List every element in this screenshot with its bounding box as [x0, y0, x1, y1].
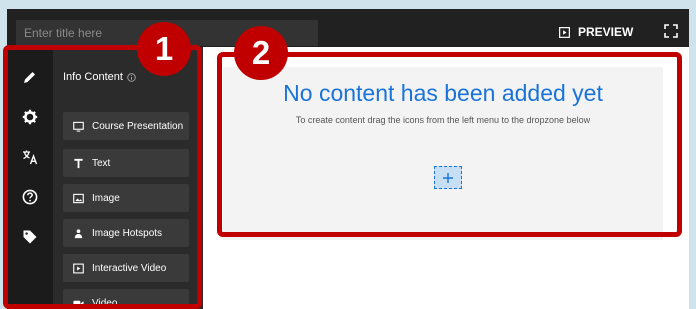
content-type-label: Video: [92, 297, 118, 309]
content-type-image[interactable]: Image: [63, 184, 189, 212]
text-icon: [74, 158, 83, 168]
sidebar-rail: [7, 47, 53, 309]
empty-state-title: No content has been added yet: [283, 80, 603, 106]
rail-item-settings[interactable]: [7, 97, 53, 137]
content-type-interactive-video[interactable]: Interactive Video: [63, 254, 189, 282]
top-bar: PREVIEW: [7, 9, 689, 47]
preview-button[interactable]: PREVIEW: [559, 23, 633, 41]
gear-icon: [22, 109, 38, 125]
callout-badge-2: 2: [234, 26, 288, 80]
content-type-image-hotspots[interactable]: Image Hotspots: [63, 219, 189, 247]
content-type-panel: Info Content Course Presentation Text Im…: [53, 47, 203, 309]
dropzone[interactable]: No content has been added yet To create …: [223, 67, 663, 240]
workspace: No content has been added yet To create …: [203, 47, 689, 309]
content-type-label: Course Presentation: [92, 120, 184, 132]
translate-icon: [23, 150, 38, 165]
editor-window: PREVIEW: [7, 9, 689, 309]
rail-item-help[interactable]: [7, 177, 53, 217]
image-icon: [73, 193, 84, 203]
pencil-icon: [24, 72, 35, 83]
preview-icon: [559, 26, 570, 38]
preview-label: PREVIEW: [578, 25, 634, 39]
video-icon: [73, 300, 84, 306]
rail-item-metadata[interactable]: [7, 217, 53, 257]
content-type-text[interactable]: Text: [63, 149, 189, 177]
callout-badge-1: 1: [137, 22, 191, 76]
add-content-button[interactable]: [434, 166, 462, 189]
rail-item-content[interactable]: [7, 57, 53, 97]
panel-heading-label: Info Content: [63, 71, 123, 83]
help-icon: [22, 189, 38, 205]
presentation-icon: [73, 121, 84, 132]
hotspot-icon: [74, 228, 83, 238]
interactive-video-icon: [73, 263, 84, 273]
panel-heading: Info Content: [63, 71, 136, 83]
content-type-course-presentation[interactable]: Course Presentation: [63, 112, 189, 140]
info-icon[interactable]: [127, 72, 136, 82]
content-type-label: Interactive Video: [92, 262, 167, 274]
content-type-video[interactable]: Video: [63, 289, 189, 309]
tag-icon: [23, 230, 37, 244]
rail-item-translate[interactable]: [7, 137, 53, 177]
fullscreen-icon[interactable]: [664, 24, 678, 38]
content-type-label: Image Hotspots: [92, 227, 163, 239]
content-type-label: Text: [92, 157, 111, 169]
plus-icon: [443, 172, 453, 183]
content-type-label: Image: [92, 192, 120, 204]
empty-state-subtitle: To create content drag the icons from th…: [295, 115, 591, 125]
